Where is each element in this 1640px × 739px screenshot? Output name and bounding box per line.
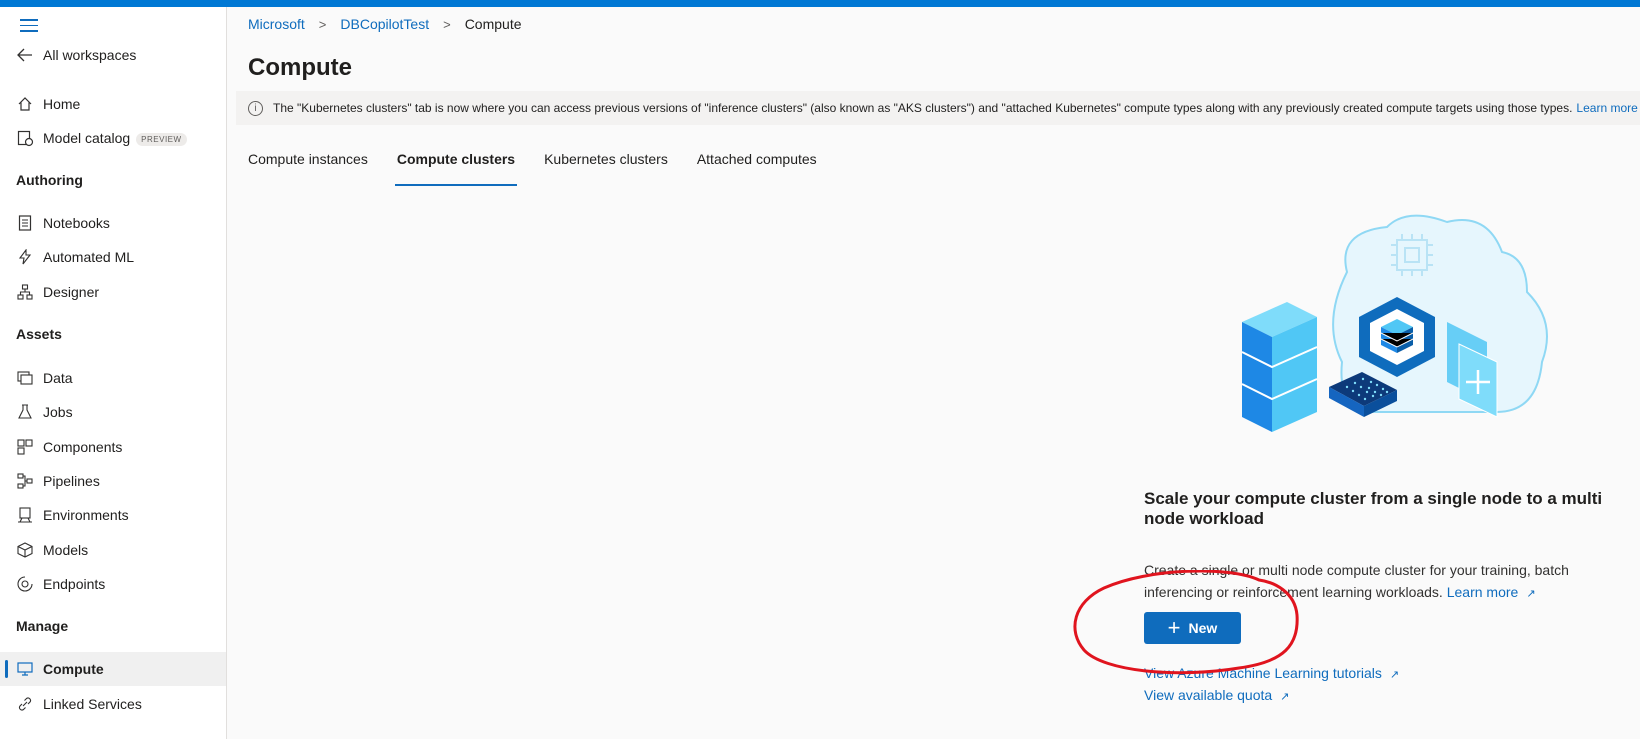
learn-more-label: Learn more [1446,584,1519,600]
lightning-icon [16,248,34,266]
sidebar-item-label: Home [43,96,81,112]
tutorials-link[interactable]: View Azure Machine Learning tutorials ↗ [1144,665,1399,681]
breadcrumb-workspace[interactable]: DBCopilotTest [340,16,429,32]
sidebar-item-label: Jobs [43,404,73,420]
authoring-header: Authoring [16,172,83,188]
breadcrumb-current: Compute [464,16,522,32]
quota-link-label: View available quota [1144,687,1273,703]
sidebar-item-label: Data [43,370,73,386]
sidebar-item-label: Environments [43,507,129,523]
monitor-icon [16,660,34,678]
data-icon [16,369,34,387]
sidebar-item-endpoints[interactable]: Endpoints [0,567,226,601]
environment-icon [16,506,34,524]
back-arrow-icon [16,46,34,64]
sidebar-item-label: Automated ML [43,249,135,265]
tab-kubernetes-clusters[interactable]: Kubernetes clusters [544,148,668,186]
plus-icon: + [1167,615,1181,640]
sidebar-item-model-catalog-text: Model catalog PREVIEW [43,130,187,146]
sidebar-item-label: Notebooks [43,215,110,231]
sidebar-item-components[interactable]: Components [0,430,226,464]
cube-icon [16,541,34,559]
sidebar-item-model-catalog[interactable]: Model catalog PREVIEW [0,121,226,155]
compute-cluster-illustration [1241,214,1548,432]
preview-badge: PREVIEW [136,133,187,146]
tab-compute-instances[interactable]: Compute instances [248,148,368,186]
sidebar-item-designer[interactable]: Designer [0,275,226,309]
sidebar-item-label: Pipelines [43,473,100,489]
sidebar-item-label: Components [43,439,123,455]
sidebar-item-home[interactable]: Home [0,87,226,121]
designer-icon [16,283,34,301]
breadcrumb: Microsoft > DBCopilotTest > Compute [248,16,522,32]
sidebar-item-label: Compute [43,661,104,677]
hamburger-menu-icon[interactable] [20,19,38,33]
sidebar-item-label: Endpoints [43,576,106,592]
compute-tabs: Compute instances Compute clusters Kuber… [248,148,846,186]
sidebar-item-jobs[interactable]: Jobs [0,395,226,429]
info-banner: i The "Kubernetes clusters" tab is now w… [236,91,1640,125]
tab-compute-clusters[interactable]: Compute clusters [394,148,518,186]
model-catalog-icon [16,129,34,147]
info-icon: i [248,100,263,116]
sidebar-item-models[interactable]: Models [0,533,226,567]
sidebar-item-notebooks[interactable]: Notebooks [0,206,226,240]
external-link-icon: ↗ [1389,669,1400,681]
sidebar-item-compute[interactable]: Compute [0,652,226,686]
chevron-right-icon: > [318,16,327,32]
tab-attached-computes[interactable]: Attached computes [697,148,817,186]
new-compute-cluster-button[interactable]: + New [1144,612,1241,644]
banner-learn-more-link[interactable]: Learn more abo [1576,101,1640,115]
page-title: Compute [248,54,352,81]
sidebar-item-label: Designer [43,284,100,300]
endpoint-icon [16,575,34,593]
new-button-label: New [1188,620,1218,636]
flask-icon [16,403,34,421]
empty-state-heading: Scale your compute cluster from a single… [1144,489,1603,528]
tutorials-link-label: View Azure Machine Learning tutorials [1144,665,1382,681]
sidebar-item-pipelines[interactable]: Pipelines [0,464,226,498]
all-workspaces-label: All workspaces [43,47,137,63]
main-content: Microsoft > DBCopilotTest > Compute Comp… [227,7,1640,739]
quota-link[interactable]: View available quota ↗ [1144,687,1289,703]
components-icon [16,438,34,456]
top-accent-bar [0,0,1640,7]
sidebar-item-linked-services[interactable]: Linked Services [0,687,226,721]
external-link-icon: ↗ [1280,691,1290,703]
home-icon [16,95,34,113]
pipeline-icon [16,472,34,490]
all-workspaces-link[interactable]: All workspaces [0,38,226,72]
manage-header: Manage [16,618,69,634]
link-icon [16,695,34,713]
sidebar-item-data[interactable]: Data [0,361,226,395]
sidebar-item-environments[interactable]: Environments [0,498,226,532]
left-nav: All workspaces Home Model catalog PREVIEW… [0,7,227,739]
banner-text: The "Kubernetes clusters" tab is now whe… [273,101,1573,115]
chevron-right-icon: > [443,16,451,32]
breadcrumb-microsoft[interactable]: Microsoft [248,16,305,32]
empty-state-description: Create a single or multi node compute cl… [1144,559,1604,605]
notebook-icon [16,214,34,232]
external-link-icon: ↗ [1526,588,1536,600]
sidebar-item-label: Models [43,542,89,558]
sidebar-item-label: Model catalog [43,130,131,146]
sidebar-item-label: Linked Services [43,696,142,712]
learn-more-link[interactable]: Learn more ↗ [1447,584,1536,600]
assets-header: Assets [16,326,62,342]
sidebar-item-automated-ml[interactable]: Automated ML [0,240,226,274]
